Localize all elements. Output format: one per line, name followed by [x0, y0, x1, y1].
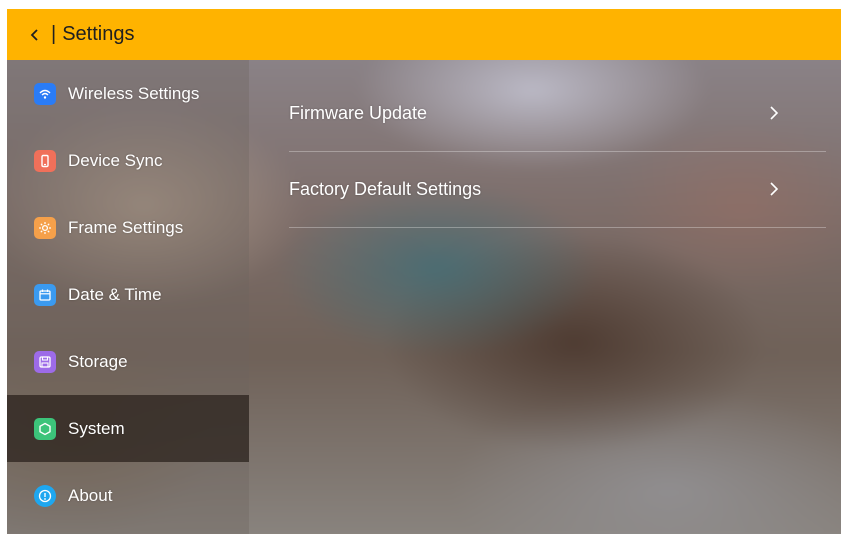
header-separator: |	[51, 23, 57, 45]
sidebar-item-label: Date & Time	[68, 284, 162, 304]
chevron-right-icon	[762, 101, 786, 125]
sidebar-item-label: Wireless Settings	[68, 83, 200, 103]
sidebar-item-system[interactable]: System	[7, 395, 249, 462]
firmware-update-row[interactable]: Firmware Update	[289, 75, 826, 152]
header-bar: | Settings	[7, 9, 841, 60]
back-button[interactable]	[15, 9, 55, 60]
sidebar-item-label: Frame Settings	[68, 217, 184, 237]
brightness-icon	[34, 216, 56, 239]
phone-icon	[34, 149, 56, 172]
calendar-icon	[34, 283, 56, 306]
settings-screen: | Settings Wireless Settings Device Sync…	[7, 9, 841, 534]
save-icon	[34, 350, 56, 373]
wifi-icon	[34, 82, 56, 105]
sidebar-item-storage[interactable]: Storage	[7, 328, 249, 395]
sidebar-item-date-time[interactable]: Date & Time	[7, 261, 249, 328]
chevron-right-icon	[762, 177, 786, 201]
page-title: Settings	[62, 23, 135, 45]
sidebar-item-frame-settings[interactable]: Frame Settings	[7, 194, 249, 261]
info-icon	[34, 484, 56, 507]
sidebar-item-label: Storage	[68, 351, 128, 371]
settings-panel: Firmware Update Factory Default Settings	[249, 60, 841, 534]
sidebar-item-label: About	[68, 485, 113, 505]
sidebar-item-wireless-settings[interactable]: Wireless Settings	[7, 60, 249, 127]
sidebar-item-about[interactable]: About	[7, 462, 249, 529]
sidebar: Wireless Settings Device Sync Frame Sett…	[7, 60, 249, 534]
row-label: Factory Default Settings	[289, 178, 482, 199]
sidebar-item-label: System	[68, 418, 125, 438]
chevron-left-icon	[30, 28, 38, 41]
sidebar-item-device-sync[interactable]: Device Sync	[7, 127, 249, 194]
row-label: Firmware Update	[289, 102, 428, 123]
factory-default-settings-row[interactable]: Factory Default Settings	[289, 151, 826, 228]
hexagon-icon	[34, 417, 56, 440]
sidebar-item-label: Device Sync	[68, 150, 163, 170]
